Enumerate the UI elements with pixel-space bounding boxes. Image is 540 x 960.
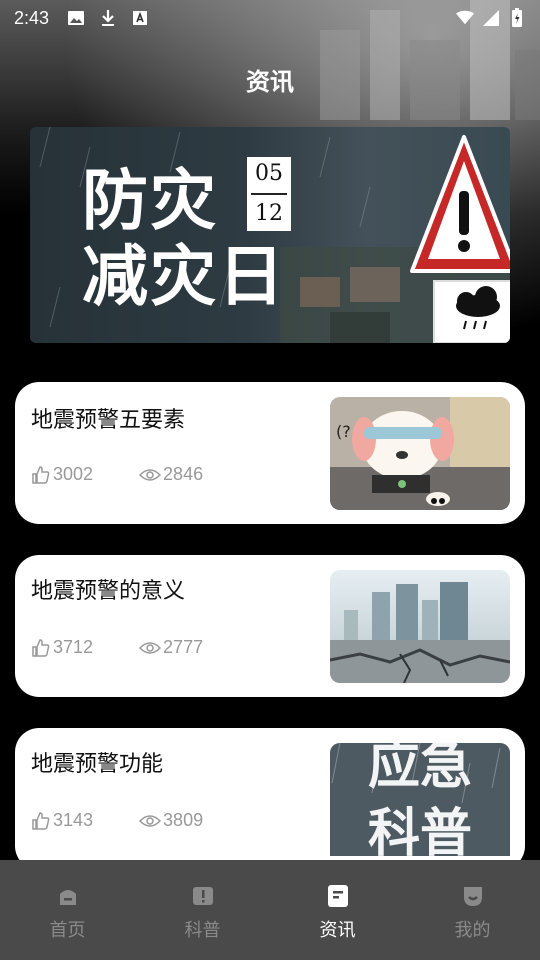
article-stats: 3712 2777: [31, 637, 203, 658]
view-count: 3809: [163, 810, 204, 830]
signal-icon: [482, 9, 500, 27]
like-stat[interactable]: 3143: [31, 810, 93, 831]
thumb-text-line2: 科普: [368, 804, 472, 856]
wifi-icon: [456, 9, 474, 27]
article-thumbnail: 应急 科普: [330, 743, 510, 856]
download-icon: [99, 9, 117, 27]
thumb-text-line1: 应急: [368, 743, 472, 796]
article-stats: 3002 2846: [31, 464, 203, 485]
article-title: 地震预警的意义: [31, 579, 186, 604]
font-a-icon: [131, 9, 149, 27]
article-stats: 3143 3809: [31, 810, 203, 831]
article-card[interactable]: 地震预警五要素 3002 2846 (?: [15, 382, 525, 524]
banner-title-line2: 减灾日: [82, 238, 286, 315]
alert-book-icon: [192, 887, 213, 905]
eye-icon: [139, 641, 162, 654]
thumbs-up-icon: [32, 811, 50, 830]
tab-label: 科普: [184, 920, 221, 941]
article-title: 地震预警功能: [31, 752, 164, 777]
status-time: 2:43: [14, 7, 50, 28]
like-stat[interactable]: 3712: [31, 637, 93, 658]
view-stat: 2777: [139, 637, 203, 658]
banner-date-block: 05 12: [247, 157, 291, 231]
like-count: 3712: [53, 637, 94, 657]
article-card[interactable]: 地震预警功能 3143 3809 应急 科普: [15, 728, 525, 870]
eye-icon: [139, 814, 162, 827]
emergency-science-image: 应急 科普: [330, 743, 510, 856]
thumbs-up-icon: [32, 465, 50, 484]
tab-label: 资讯: [319, 920, 356, 941]
tab-home[interactable]: 首页: [0, 860, 135, 960]
bottom-tab-bar: 首页 科普 资讯 我的: [0, 860, 540, 960]
status-bar: 2:43: [0, 0, 540, 36]
article-card[interactable]: 地震预警的意义 3712 2777: [15, 555, 525, 697]
article-thumbnail: [330, 570, 510, 683]
like-count: 3002: [53, 464, 94, 484]
tab-news[interactable]: 资讯: [270, 860, 405, 960]
tab-science[interactable]: 科普: [135, 860, 270, 960]
article-thumbnail: (?: [330, 397, 510, 510]
tab-profile[interactable]: 我的: [405, 860, 540, 960]
view-stat: 3809: [139, 810, 203, 831]
view-count: 2846: [163, 464, 204, 484]
banner-date-day: 12: [255, 201, 283, 226]
tab-label: 首页: [49, 920, 86, 941]
notification-icons: [67, 9, 149, 27]
eye-icon: [139, 468, 162, 481]
news-icon: [327, 885, 348, 907]
warning-sign-icon: [410, 135, 510, 343]
svg-text:(?: (?: [336, 422, 351, 441]
system-icons: [456, 8, 526, 27]
view-stat: 2846: [139, 464, 203, 485]
home-icon: [59, 890, 76, 905]
page-title: 资讯: [246, 68, 294, 96]
battery-icon: [508, 8, 526, 27]
article-title: 地震预警五要素: [31, 408, 186, 433]
disaster-day-banner[interactable]: 防灾 减灾日 05 12: [30, 127, 510, 343]
thumbs-up-icon: [32, 638, 50, 657]
view-count: 2777: [163, 637, 204, 657]
tab-label: 我的: [454, 920, 491, 941]
profile-icon: [463, 887, 482, 906]
like-stat[interactable]: 3002: [31, 464, 93, 485]
image-icon: [67, 9, 85, 27]
banner-date-divider: [251, 193, 287, 195]
plush-toy-image: (?: [330, 397, 510, 510]
banner-date-month: 05: [255, 161, 283, 186]
cracked-city-image: [330, 570, 510, 683]
like-count: 3143: [53, 810, 94, 830]
